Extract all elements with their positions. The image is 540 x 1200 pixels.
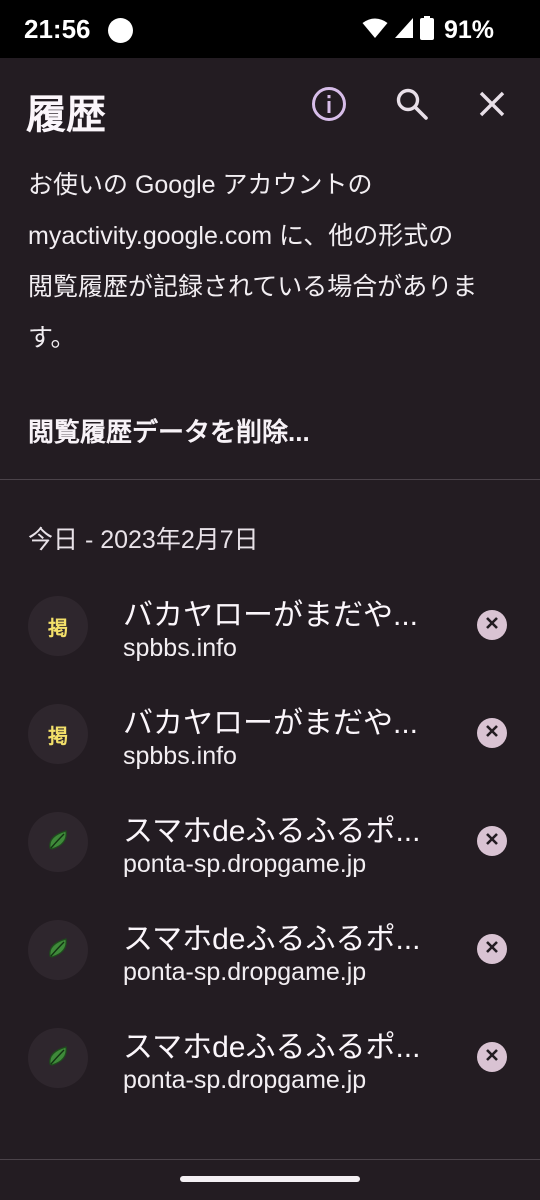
history-item-title: バカヤローがまだや...: [123, 599, 419, 632]
myactivity-info-text: お使いの Google アカウントの myactivity.google.com…: [28, 160, 518, 364]
battery-icon: [419, 16, 434, 45]
signal-icon: [394, 17, 414, 44]
status-time: 21:56: [24, 14, 91, 44]
info-button[interactable]: [307, 84, 351, 128]
history-item-url: spbbs.info: [123, 634, 237, 662]
divider: [0, 479, 540, 480]
gesture-nav-handle[interactable]: [180, 1176, 360, 1182]
close-icon: [485, 724, 499, 743]
close-button[interactable]: [470, 84, 514, 128]
history-item-url: ponta-sp.dropgame.jp: [123, 958, 367, 986]
close-icon: [485, 832, 499, 851]
leaf-icon: [46, 936, 70, 965]
close-icon: [485, 1048, 499, 1067]
history-item-title: スマホdeふるふるポ...: [123, 815, 421, 848]
history-list: 掲 バカヤローがまだや... spbbs.info 掲 バカヤローがまだや...…: [0, 572, 540, 1112]
history-item-title: スマホdeふるふるポ...: [123, 923, 421, 956]
wifi-icon: [362, 17, 388, 44]
history-item[interactable]: スマホdeふるふるポ... ponta-sp.dropgame.jp: [0, 788, 540, 896]
info-line: す。: [28, 324, 76, 352]
info-line: お使いの Google アカウントの: [28, 171, 373, 199]
remove-item-button[interactable]: [477, 1042, 507, 1072]
history-item-title: バカヤローがまだや...: [123, 707, 419, 740]
app-bar: 履歴: [0, 58, 540, 154]
close-icon: [485, 616, 499, 635]
search-button[interactable]: [390, 84, 434, 128]
battery-percent: 91%: [443, 16, 494, 44]
favicon: [28, 812, 88, 872]
kanji-favicon-icon: 掲: [48, 617, 68, 640]
remove-item-button[interactable]: [477, 718, 507, 748]
kanji-favicon-icon: 掲: [48, 725, 68, 748]
history-item-url: ponta-sp.dropgame.jp: [123, 850, 367, 878]
status-bar: 21:56 91%: [0, 0, 540, 58]
history-item-title: スマホdeふるふるポ...: [123, 1031, 421, 1064]
remove-item-button[interactable]: [477, 934, 507, 964]
info-icon: [311, 86, 347, 127]
info-line: 閲覧履歴が記録されている場合がありま: [28, 273, 478, 301]
history-item-url: ponta-sp.dropgame.jp: [123, 1066, 367, 1094]
clear-browsing-data-button[interactable]: 閲覧履歴データを削除...: [28, 412, 310, 449]
favicon: [28, 1028, 88, 1088]
date-header: 今日 - 2023年2月7日: [28, 526, 259, 554]
history-item[interactable]: スマホdeふるふるポ... ponta-sp.dropgame.jp: [0, 896, 540, 1004]
divider: [0, 1159, 540, 1160]
favicon: 掲: [28, 704, 88, 764]
close-icon: [478, 90, 506, 123]
info-line-link[interactable]: myactivity.google.com に、他の形式の: [28, 211, 518, 262]
leaf-icon: [46, 1044, 70, 1073]
close-icon: [485, 940, 499, 959]
status-icons: 91%: [362, 16, 494, 45]
search-icon: [395, 87, 429, 126]
history-item-url: spbbs.info: [123, 742, 237, 770]
favicon: [28, 920, 88, 980]
history-item[interactable]: 掲 バカヤローがまだや... spbbs.info: [0, 680, 540, 788]
favicon: 掲: [28, 596, 88, 656]
remove-item-button[interactable]: [477, 610, 507, 640]
leaf-icon: [46, 828, 70, 857]
history-item[interactable]: スマホdeふるふるポ... ponta-sp.dropgame.jp: [0, 1004, 540, 1112]
page-title: 履歴: [26, 93, 106, 137]
notification-dot-icon: [108, 18, 133, 43]
history-item[interactable]: 掲 バカヤローがまだや... spbbs.info: [0, 572, 540, 680]
remove-item-button[interactable]: [477, 826, 507, 856]
